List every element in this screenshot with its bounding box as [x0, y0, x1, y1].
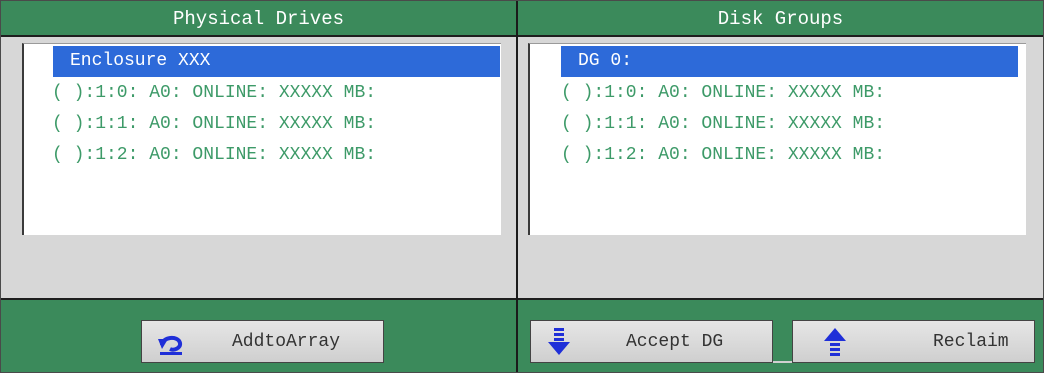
list-item-drive[interactable]: ( ):1:2: A0: ONLINE: XXXXX MB:: [561, 140, 885, 171]
disk-groups-panel: Disk Groups DG 0: ( ):1:0: A0: ONLINE: X…: [518, 1, 1043, 372]
list-item-enclosure[interactable]: Enclosure XXX: [53, 46, 500, 77]
list-item-drive[interactable]: ( ):1:1: A0: ONLINE: XXXXX MB:: [52, 109, 376, 140]
disk-groups-list[interactable]: DG 0: ( ):1:0: A0: ONLINE: XXXXX MB: ( )…: [528, 43, 1026, 235]
button-separator: [773, 320, 792, 363]
disk-groups-header: Disk Groups: [518, 1, 1043, 37]
add-to-array-button[interactable]: AddtoArray: [141, 320, 384, 363]
physical-drives-panel: Physical Drives Enclosure XXX ( ):1:0: A…: [1, 1, 516, 372]
physical-drives-header: Physical Drives: [1, 1, 516, 37]
list-item-drive[interactable]: ( ):1:2: A0: ONLINE: XXXXX MB:: [52, 140, 376, 171]
undo-arrow-icon: [156, 327, 186, 357]
physical-drives-footer: AddtoArray: [1, 298, 516, 372]
accept-dg-label: Accept DG: [626, 331, 724, 352]
list-item-drive[interactable]: ( ):1:0: A0: ONLINE: XXXXX MB:: [52, 78, 376, 109]
window-frame: Physical Drives Enclosure XXX ( ):1:0: A…: [0, 0, 1044, 373]
reclaim-button[interactable]: Reclaim: [792, 320, 1035, 363]
add-to-array-label: AddtoArray: [232, 331, 341, 352]
accept-dg-button[interactable]: Accept DG: [530, 320, 773, 363]
list-item-drive[interactable]: ( ):1:0: A0: ONLINE: XXXXX MB:: [561, 78, 885, 109]
arrow-down-icon: [545, 327, 575, 357]
disk-groups-footer: Accept DG Reclaim: [518, 298, 1043, 372]
arrow-up-icon: [821, 327, 851, 357]
list-item-drive[interactable]: ( ):1:1: A0: ONLINE: XXXXX MB:: [561, 109, 885, 140]
reclaim-label: Reclaim: [933, 331, 1009, 352]
list-item-disk-group[interactable]: DG 0:: [561, 46, 1018, 77]
physical-drives-list[interactable]: Enclosure XXX ( ):1:0: A0: ONLINE: XXXXX…: [22, 43, 501, 235]
